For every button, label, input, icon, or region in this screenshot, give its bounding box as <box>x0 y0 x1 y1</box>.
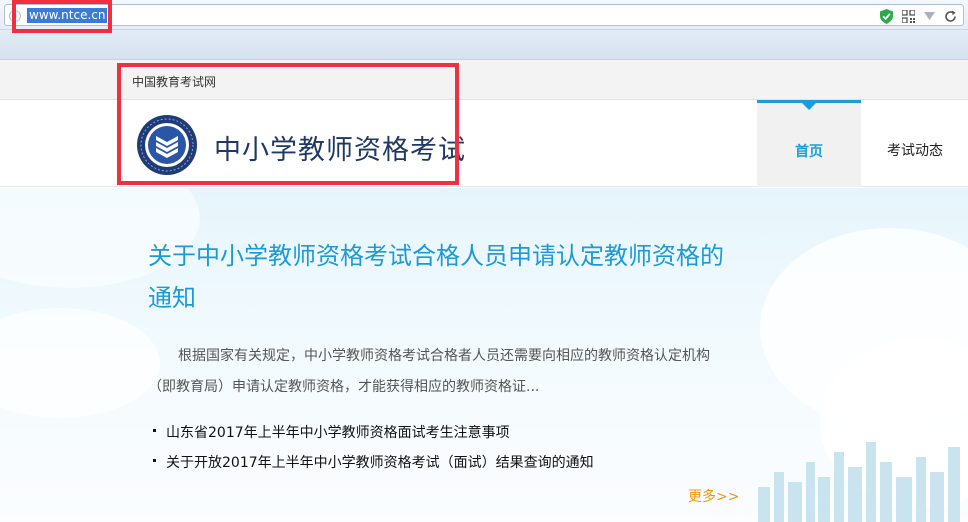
address-bar-icons <box>880 8 957 24</box>
nav-news[interactable]: 考试动态 <box>870 140 960 160</box>
address-bar: www.ntce.cn <box>0 0 968 30</box>
more-link[interactable]: 更多>> <box>688 486 739 506</box>
city-skyline <box>758 442 960 522</box>
nav-home-label: 首页 <box>795 144 823 160</box>
logo-highlight-box <box>117 63 459 185</box>
bookmarks-bar <box>0 30 968 60</box>
news-item[interactable]: 关于开放2017年上半年中小学教师资格考试（面试）结果查询的通知 <box>150 450 594 480</box>
cloud <box>0 308 160 418</box>
notice-summary: 根据国家有关规定，中小学教师资格考试合格者人员还需要向相应的教师资格认定机构（即… <box>148 348 710 395</box>
active-indicator <box>802 103 816 110</box>
nav-home[interactable]: 首页 <box>757 100 861 187</box>
browser-window: www.ntce.cn 中国教育考试网 中小学教师资格考试 首页 考试动态 关于… <box>0 0 968 522</box>
shield-icon[interactable] <box>880 8 893 24</box>
dropdown-icon[interactable] <box>924 11 935 21</box>
notice-title[interactable]: 关于中小学教师资格考试合格人员申请认定教师资格的通知 <box>148 236 738 320</box>
news-item[interactable]: 山东省2017年上半年中小学教师资格面试考生注意事项 <box>150 420 594 450</box>
url-highlight-box <box>12 0 112 33</box>
qr-code-icon[interactable] <box>902 9 915 23</box>
refresh-icon[interactable] <box>944 10 957 23</box>
news-list: 山东省2017年上半年中小学教师资格面试考生注意事项 关于开放2017年上半年中… <box>150 420 594 480</box>
url-field[interactable]: www.ntce.cn <box>4 4 964 26</box>
